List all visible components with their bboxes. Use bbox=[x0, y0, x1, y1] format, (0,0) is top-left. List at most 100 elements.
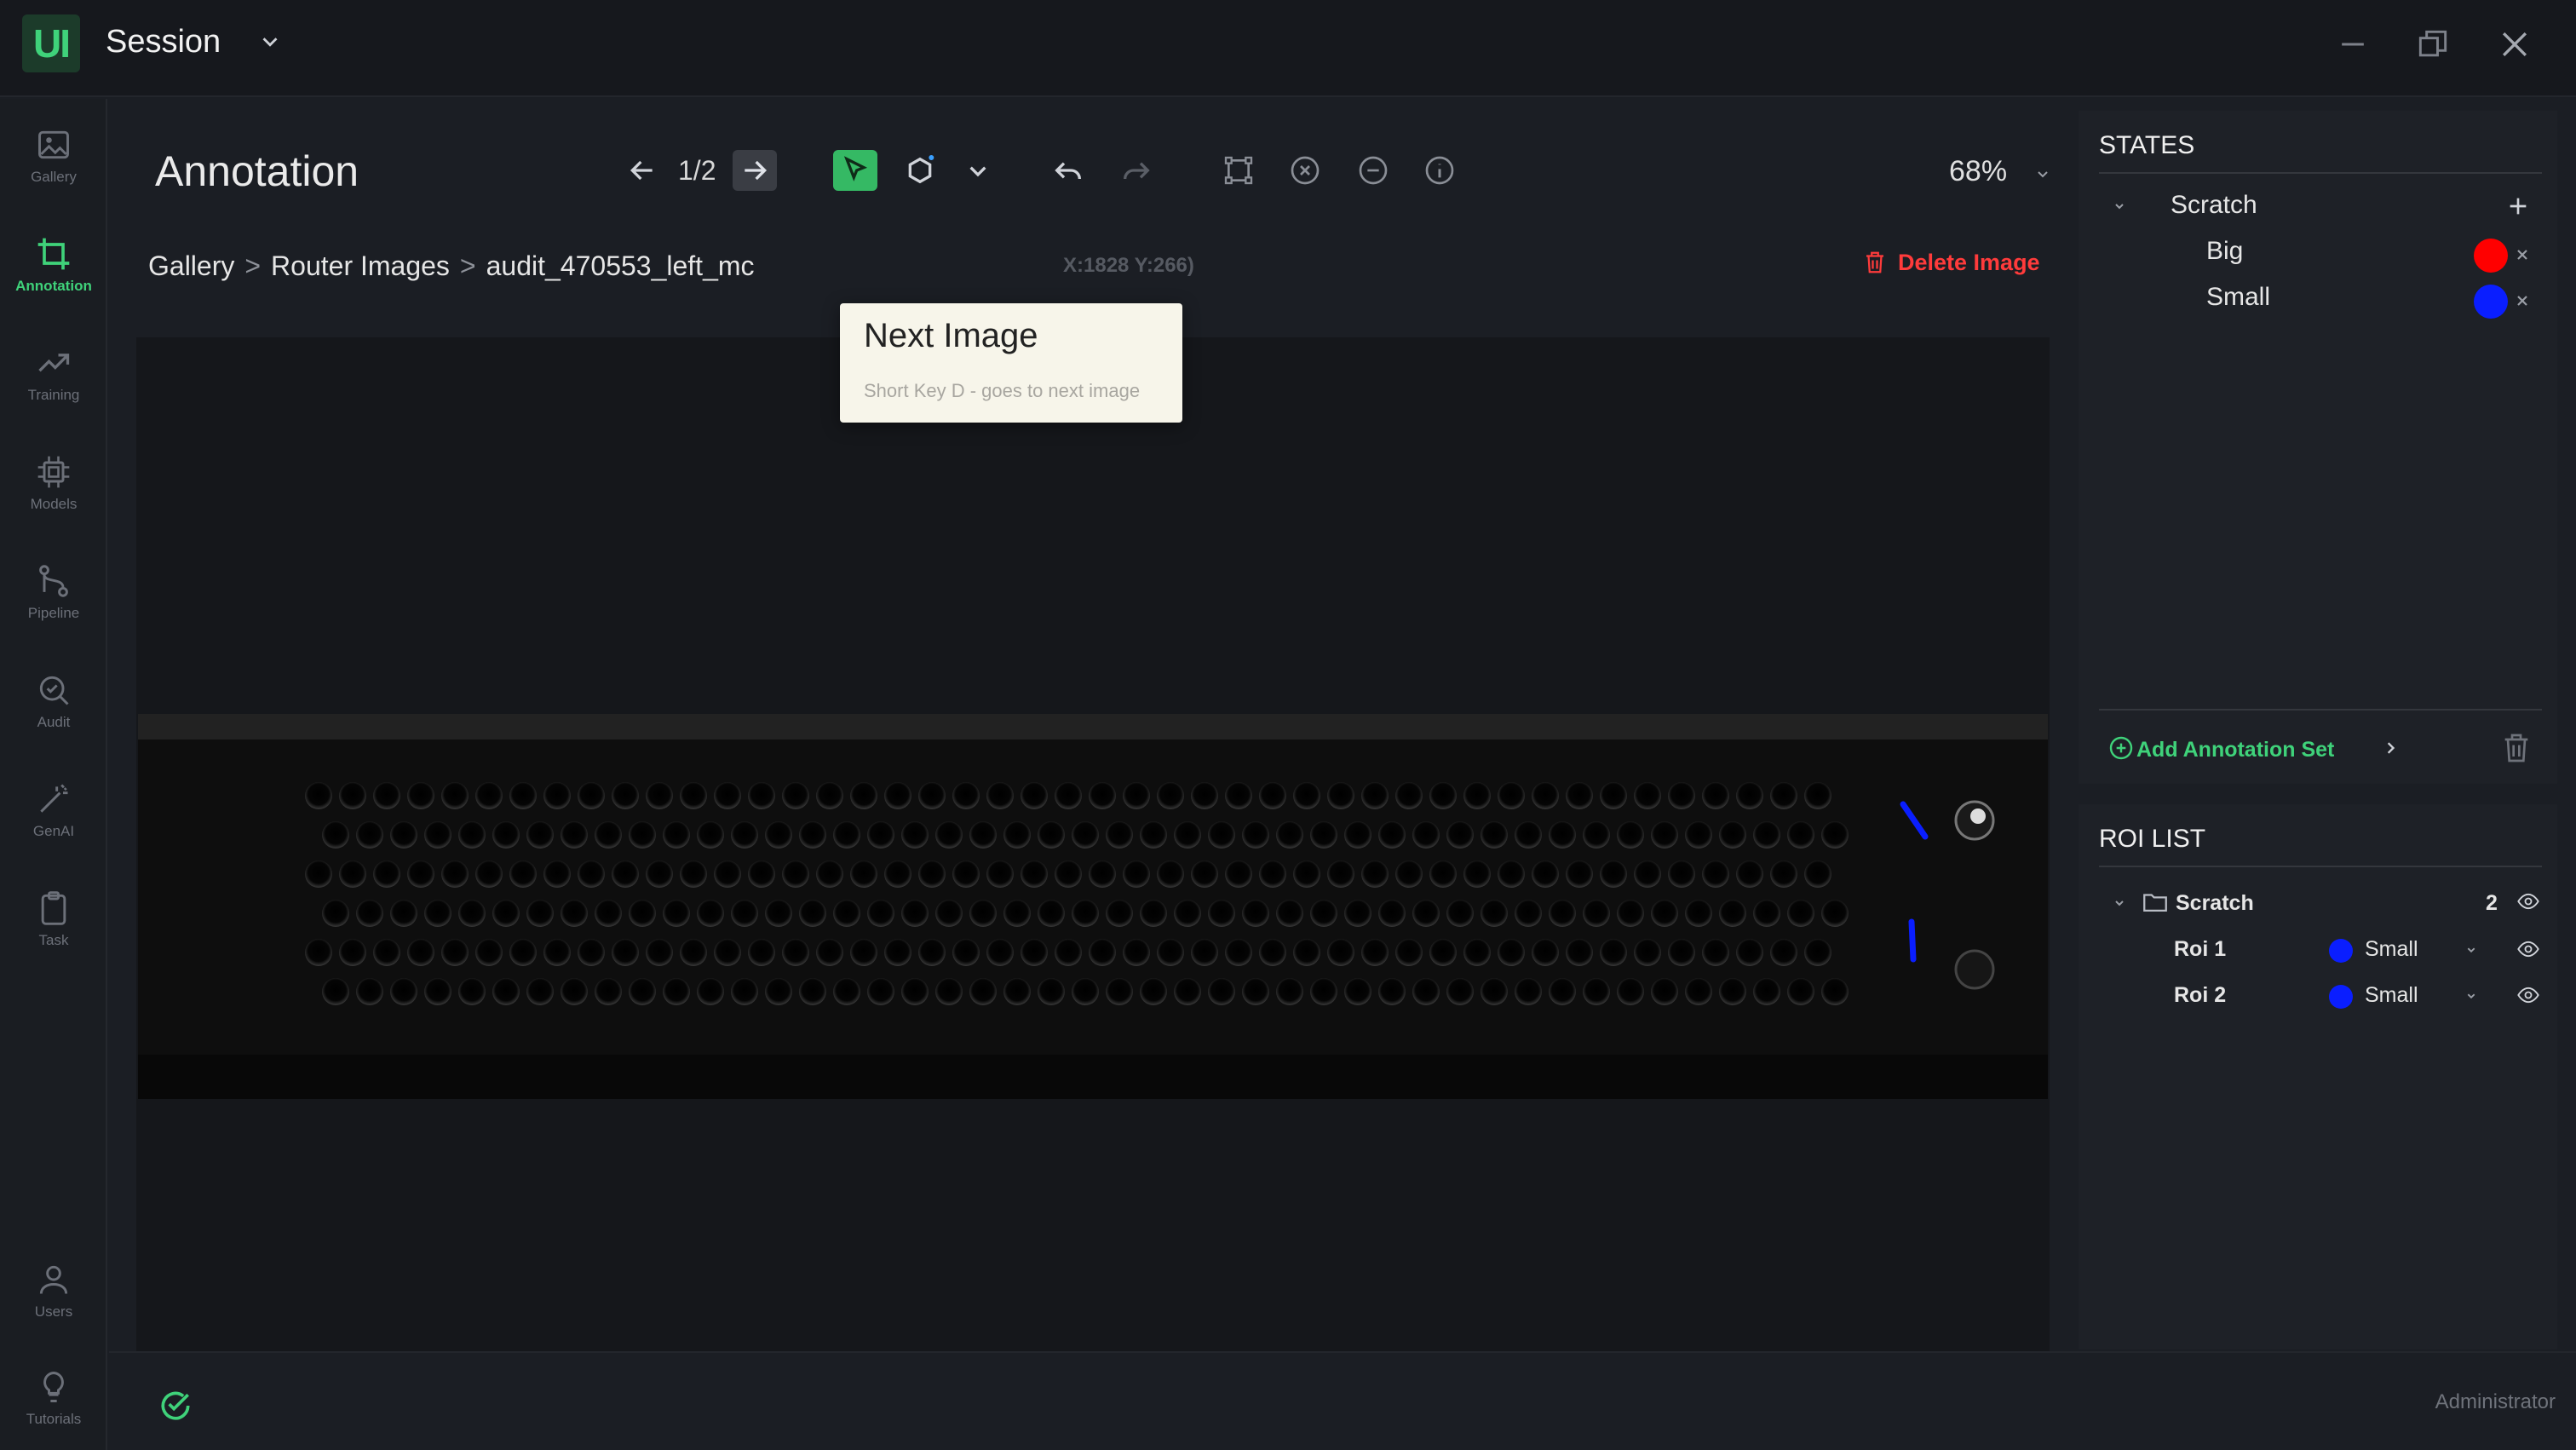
grille-hole bbox=[1378, 978, 1406, 1005]
chevron-down-icon[interactable] bbox=[2462, 987, 2481, 1005]
close-icon[interactable] bbox=[2496, 26, 2533, 63]
eye-icon[interactable] bbox=[2515, 889, 2542, 913]
close-icon[interactable] bbox=[2510, 242, 2535, 268]
nav-task[interactable]: Task bbox=[0, 872, 107, 966]
grille-hole bbox=[935, 978, 963, 1005]
roi-count: 2 bbox=[2486, 891, 2498, 915]
grille-hole bbox=[1412, 978, 1440, 1005]
chevron-down-icon[interactable] bbox=[2109, 196, 2130, 216]
nav-models[interactable]: Models bbox=[0, 436, 107, 530]
state-group-name: Scratch bbox=[2171, 191, 2257, 219]
add-annotation-set-button[interactable]: Add Annotation Set bbox=[2136, 738, 2334, 762]
restore-icon[interactable] bbox=[2414, 26, 2452, 63]
close-icon[interactable] bbox=[2510, 288, 2535, 314]
nav-pipeline[interactable]: Pipeline bbox=[0, 545, 107, 639]
grille-hole bbox=[1055, 939, 1082, 966]
prev-image-button[interactable] bbox=[622, 150, 663, 191]
remove-button[interactable] bbox=[1351, 150, 1395, 191]
session-menu[interactable]: Session bbox=[106, 24, 221, 60]
nav-genai[interactable]: GenAI bbox=[0, 763, 107, 857]
grille-hole bbox=[1634, 782, 1661, 809]
left-nav: Gallery Annotation Training Models Pipel… bbox=[0, 99, 107, 1450]
state-color-dot[interactable] bbox=[2474, 285, 2508, 319]
zoom-level[interactable]: 68% bbox=[1949, 155, 2007, 188]
divider bbox=[2099, 709, 2542, 711]
trash-icon[interactable] bbox=[2499, 731, 2533, 765]
roi-list-panel: ROI LIST Scratch 2 Roi 1 Small Roi 2 Sma… bbox=[2079, 804, 2557, 1349]
roi-state-select[interactable]: Small bbox=[2365, 983, 2418, 1008]
info-button[interactable] bbox=[1417, 150, 1462, 191]
chevron-down-icon[interactable] bbox=[2462, 941, 2481, 959]
grille-hole bbox=[1344, 821, 1371, 849]
breadcrumb-folder[interactable]: Router Images bbox=[271, 250, 450, 281]
nav-tutorials[interactable]: Tutorials bbox=[0, 1351, 107, 1445]
undo-button[interactable] bbox=[1046, 150, 1090, 191]
grille-hole bbox=[1242, 900, 1269, 927]
minimize-icon[interactable] bbox=[2334, 26, 2372, 63]
grille-hole bbox=[646, 782, 673, 809]
nav-gallery[interactable]: Gallery bbox=[0, 109, 107, 203]
chevron-down-icon[interactable] bbox=[2033, 164, 2053, 184]
grille-hole bbox=[1821, 978, 1849, 1005]
eye-icon[interactable] bbox=[2515, 937, 2542, 961]
next-image-button[interactable] bbox=[733, 150, 777, 191]
grille-hole bbox=[986, 860, 1014, 888]
tool-dropdown[interactable] bbox=[961, 150, 995, 191]
grille-hole bbox=[1736, 782, 1763, 809]
grille-hole bbox=[305, 860, 332, 888]
arrow-left-icon bbox=[630, 160, 653, 181]
state-color-dot[interactable] bbox=[2474, 239, 2508, 273]
grille-hole bbox=[1532, 939, 1559, 966]
clear-button[interactable] bbox=[1283, 150, 1327, 191]
grille-hole bbox=[714, 860, 741, 888]
grille-hole bbox=[1157, 939, 1184, 966]
nav-training[interactable]: Training bbox=[0, 327, 107, 421]
grille-hole bbox=[1446, 900, 1474, 927]
grille-hole bbox=[1208, 978, 1235, 1005]
breadcrumb-gallery[interactable]: Gallery bbox=[148, 250, 234, 281]
roi-name[interactable]: Roi 2 bbox=[2174, 983, 2226, 1008]
grille-hole bbox=[799, 900, 826, 927]
grille-hole bbox=[1157, 860, 1184, 888]
grille-hole bbox=[1038, 821, 1065, 849]
plus-icon[interactable] bbox=[2504, 193, 2532, 220]
grille-hole bbox=[543, 860, 571, 888]
grille-hole bbox=[1191, 939, 1218, 966]
grille-hole bbox=[1532, 782, 1559, 809]
audit-icon bbox=[39, 676, 69, 705]
grille-hole bbox=[356, 900, 383, 927]
grille-hole bbox=[1106, 821, 1133, 849]
bounding-box-button[interactable] bbox=[1216, 150, 1261, 191]
grille-hole bbox=[1412, 821, 1440, 849]
grille-hole bbox=[901, 821, 929, 849]
delete-image-button[interactable]: Delete Image bbox=[1862, 249, 2040, 276]
grille-hole bbox=[1429, 860, 1457, 888]
nav-label: Pipeline bbox=[27, 605, 80, 621]
nav-annotation[interactable]: Annotation bbox=[0, 218, 107, 312]
chevron-down-icon[interactable] bbox=[2109, 893, 2130, 913]
roi-name[interactable]: Roi 1 bbox=[2174, 937, 2226, 962]
status-bar: Administrator bbox=[109, 1351, 2576, 1450]
grille-hole bbox=[441, 782, 469, 809]
grille-hole bbox=[884, 939, 911, 966]
grille-hole bbox=[782, 860, 809, 888]
annotation-canvas[interactable] bbox=[136, 337, 2050, 1351]
grille-hole bbox=[799, 821, 826, 849]
polygon-tool-button[interactable] bbox=[898, 150, 942, 191]
grille-hole bbox=[884, 860, 911, 888]
chevron-down-icon[interactable] bbox=[257, 29, 283, 55]
bulb-icon bbox=[43, 1372, 64, 1402]
bounding-box-icon bbox=[1224, 156, 1253, 185]
select-tool-button[interactable] bbox=[833, 150, 877, 191]
roi-state-select[interactable]: Small bbox=[2365, 937, 2418, 962]
redo-button[interactable] bbox=[1114, 150, 1159, 191]
nav-users[interactable]: Users bbox=[0, 1244, 107, 1338]
roi-color-dot bbox=[2329, 985, 2353, 1009]
eye-icon[interactable] bbox=[2515, 983, 2542, 1007]
arrow-right-icon bbox=[745, 160, 768, 181]
nav-audit[interactable]: Audit bbox=[0, 654, 107, 748]
grille-hole bbox=[1463, 860, 1491, 888]
grille-hole bbox=[612, 939, 639, 966]
grille-hole bbox=[850, 860, 877, 888]
chevron-right-icon[interactable] bbox=[2378, 736, 2402, 760]
